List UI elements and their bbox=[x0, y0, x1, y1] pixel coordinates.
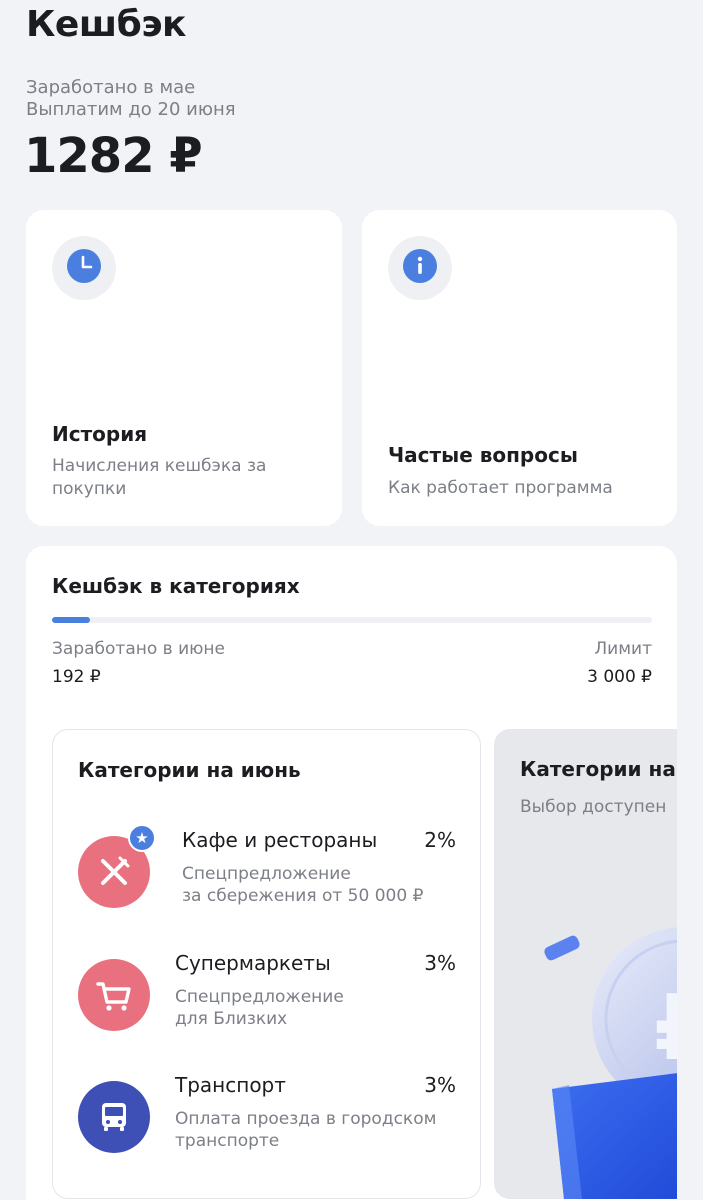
next-month-categories-card[interactable]: Категории на и Выбор доступен ₽ bbox=[494, 729, 677, 1199]
earned-info: Заработано в мае Выплатим до 20 июня bbox=[26, 77, 236, 121]
faq-tile[interactable]: Частые вопросы Как работает программа bbox=[362, 210, 677, 526]
category-desc-line: транспорте bbox=[175, 1131, 280, 1151]
cashback-progress-fill bbox=[52, 617, 91, 623]
history-title: История bbox=[52, 422, 148, 446]
info-icon bbox=[402, 248, 438, 288]
star-icon: ★ bbox=[128, 824, 156, 852]
faq-subtitle: Как работает программа bbox=[388, 478, 613, 498]
category-desc-line: Оплата проезда в городском bbox=[175, 1109, 437, 1129]
category-desc-line: за сбережения от 50 000 ₽ bbox=[182, 886, 424, 906]
category-percent: 2% bbox=[424, 828, 456, 852]
category-percent: 3% bbox=[424, 951, 456, 975]
category-desc-line: для Близких bbox=[175, 1009, 288, 1029]
payout-date-label: Выплатим до 20 июня bbox=[26, 99, 236, 120]
category-desc: Спецпредложение для Близких bbox=[175, 986, 344, 1030]
category-item-cafe[interactable]: ★ Кафе и рестораны 2% Спецпредложение за… bbox=[78, 824, 458, 918]
category-name: Супермаркеты bbox=[175, 951, 331, 975]
bus-icon bbox=[78, 1081, 150, 1153]
svg-text:₽: ₽ bbox=[654, 976, 677, 1081]
category-item-supermarkets[interactable]: Супермаркеты 3% Спецпредложение для Близ… bbox=[78, 951, 458, 1041]
category-desc: Оплата проезда в городском транспорте bbox=[175, 1108, 436, 1152]
june-categories-title: Категории на июнь bbox=[78, 758, 301, 782]
history-tile[interactable]: История Начисления кешбэка за покупки bbox=[26, 210, 342, 526]
page-title: Кешбэк bbox=[26, 4, 186, 45]
faq-title: Частые вопросы bbox=[388, 443, 578, 467]
category-name: Кафе и рестораны bbox=[182, 828, 378, 852]
earned-june-value: 192 ₽ bbox=[52, 667, 101, 687]
category-desc-line: Спецпредложение bbox=[182, 864, 351, 884]
clock-icon bbox=[66, 248, 102, 288]
next-month-title: Категории на и bbox=[520, 757, 677, 781]
next-month-subtitle: Выбор доступен bbox=[520, 797, 667, 817]
category-percent: 3% bbox=[424, 1073, 456, 1097]
category-cashback-title: Кешбэк в категориях bbox=[52, 574, 300, 598]
limit-label: Лимит bbox=[594, 639, 652, 659]
cashback-page: Кешбэк Заработано в мае Выплатим до 20 и… bbox=[0, 0, 703, 1200]
category-desc: Спецпредложение за сбережения от 50 000 … bbox=[182, 863, 423, 907]
category-name: Транспорт bbox=[175, 1073, 286, 1097]
june-categories-card[interactable]: Категории на июнь ★ Кафе и рестораны 2% … bbox=[52, 729, 481, 1199]
category-item-transport[interactable]: Транспорт 3% Оплата проезда в городском … bbox=[78, 1073, 458, 1163]
category-cashback-card: Кешбэк в категориях Заработано в июне Ли… bbox=[26, 546, 677, 1200]
cashback-progress-bar bbox=[52, 617, 652, 623]
history-subtitle: Начисления кешбэка за покупки bbox=[52, 456, 267, 499]
cashback-amount: 1282 ₽ bbox=[24, 128, 203, 184]
category-desc-line: Спецпредложение bbox=[175, 987, 344, 1007]
gift-box-illustration: ₽ bbox=[544, 927, 677, 1199]
faq-icon-wrap bbox=[388, 236, 452, 300]
limit-value: 3 000 ₽ bbox=[587, 667, 652, 687]
history-icon-wrap bbox=[52, 236, 116, 300]
shopping-cart-icon bbox=[78, 959, 150, 1031]
earned-month-label: Заработано в мае bbox=[26, 77, 196, 98]
earned-june-label: Заработано в июне bbox=[52, 639, 226, 659]
